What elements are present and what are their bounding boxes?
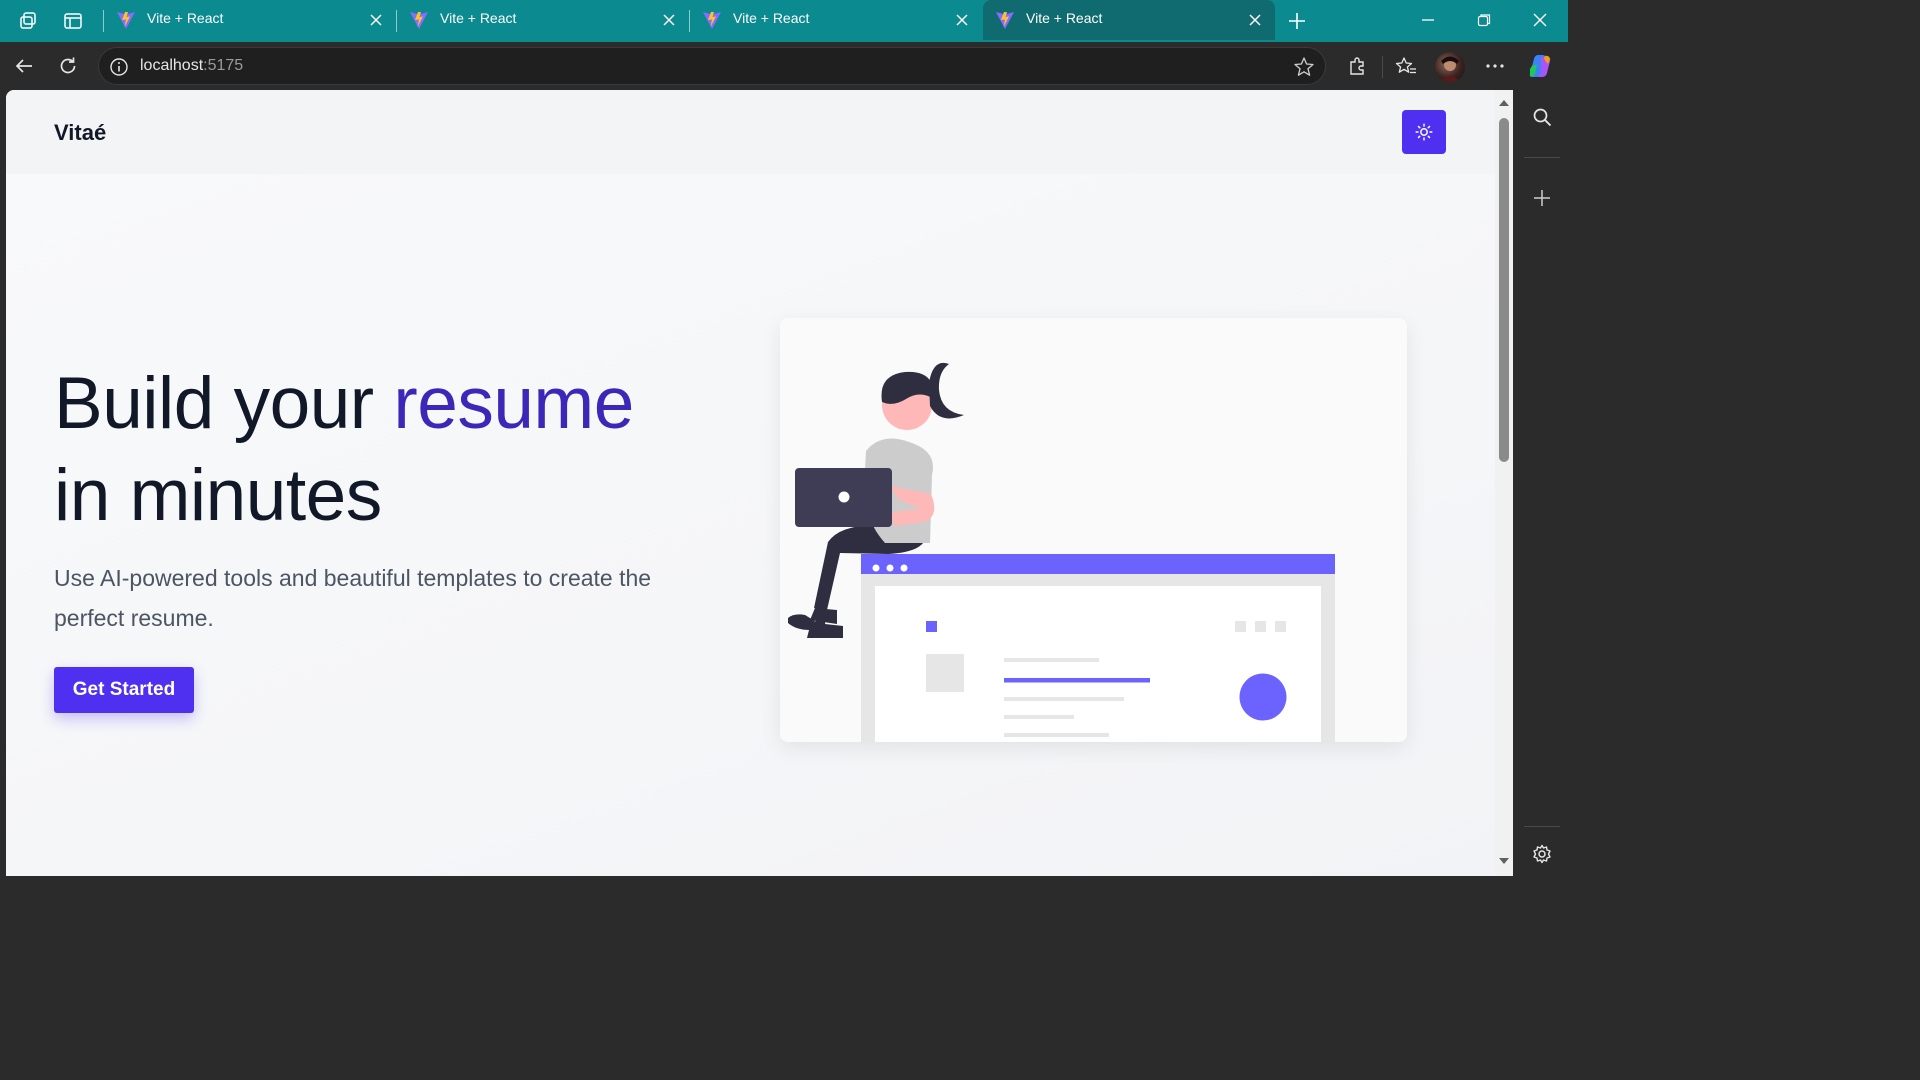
close-tab-icon[interactable]: [1243, 8, 1267, 32]
toolbar-separator: [1382, 56, 1383, 78]
tab-title: Vite + React: [1026, 10, 1103, 26]
tab-actions-icon[interactable]: [57, 5, 89, 37]
back-arrow-icon[interactable]: [8, 50, 40, 82]
tab-3[interactable]: Vite + React: [690, 0, 982, 40]
url-text[interactable]: localhost:5175: [140, 57, 243, 75]
sidebar-divider: [1524, 826, 1560, 827]
favorites-icon[interactable]: [1390, 50, 1422, 82]
url-port: :5175: [203, 57, 244, 74]
vite-favicon-icon: [703, 12, 721, 29]
address-bar[interactable]: localhost:5175: [98, 47, 1326, 85]
mock-window-titlebar: [861, 554, 1335, 574]
close-window-icon[interactable]: [1512, 0, 1568, 40]
hero-headline: Build your resume in minutes: [54, 358, 734, 542]
tab-title: Vite + React: [440, 10, 517, 26]
headline-accent: resume: [393, 363, 634, 444]
new-tab-icon[interactable]: [1281, 5, 1313, 37]
url-host: localhost: [140, 57, 204, 74]
favorite-star-icon[interactable]: [1293, 56, 1315, 78]
edge-sidebar: [1516, 90, 1568, 882]
close-tab-icon[interactable]: [950, 8, 974, 32]
browser-toolbar: localhost:5175: [0, 42, 1568, 90]
sun-icon: [1415, 123, 1433, 141]
scroll-down-arrow-icon[interactable]: [1499, 858, 1509, 864]
headline-part1: Build your: [54, 363, 394, 444]
search-icon[interactable]: [1526, 101, 1558, 133]
vite-favicon-icon: [117, 12, 135, 29]
profile-avatar[interactable]: [1435, 52, 1465, 82]
minimize-icon[interactable]: [1400, 0, 1456, 40]
tab-4-active[interactable]: Vite + React: [983, 0, 1275, 40]
restore-icon[interactable]: [1456, 0, 1512, 40]
tab-2[interactable]: Vite + React: [397, 0, 689, 40]
add-sidebar-app-icon[interactable]: [1526, 182, 1558, 214]
tab-title: Vite + React: [147, 10, 224, 26]
close-tab-icon[interactable]: [364, 8, 388, 32]
vite-favicon-icon: [996, 12, 1014, 29]
hero-section: Build your resume in minutes Use AI-power…: [6, 174, 1495, 876]
refresh-icon[interactable]: [52, 50, 84, 82]
gear-icon[interactable]: [1526, 838, 1558, 870]
scroll-thumb[interactable]: [1499, 118, 1509, 462]
page-scrollbar[interactable]: [1495, 90, 1513, 876]
ponytail: [929, 362, 964, 419]
vite-favicon-icon: [410, 12, 428, 29]
tab-title: Vite + React: [733, 10, 810, 26]
headline-part2: in minutes: [54, 455, 382, 536]
copilot-icon[interactable]: [1524, 50, 1556, 82]
theme-toggle-button[interactable]: [1402, 110, 1446, 154]
page-viewport: Vitaé Build your resume in minutes Use AI…: [6, 90, 1495, 876]
site-logo[interactable]: Vitaé: [54, 120, 106, 146]
extensions-icon[interactable]: [1341, 50, 1373, 82]
sidebar-divider: [1524, 157, 1560, 158]
get-started-button[interactable]: Get Started: [54, 667, 194, 713]
more-options-icon[interactable]: [1479, 50, 1511, 82]
tab-1[interactable]: Vite + React: [104, 0, 396, 40]
scroll-up-arrow-icon[interactable]: [1499, 100, 1509, 106]
site-info-icon[interactable]: [109, 57, 129, 77]
workspaces-icon[interactable]: [12, 5, 44, 37]
close-tab-icon[interactable]: [657, 8, 681, 32]
site-header: Vitaé: [6, 90, 1495, 174]
woman-with-laptop-illustration: [788, 362, 1335, 742]
tab-strip: Vite + React Vite + React Vite + React V…: [0, 0, 1568, 42]
hero-subtext: Use AI-powered tools and beautiful templ…: [54, 565, 652, 631]
